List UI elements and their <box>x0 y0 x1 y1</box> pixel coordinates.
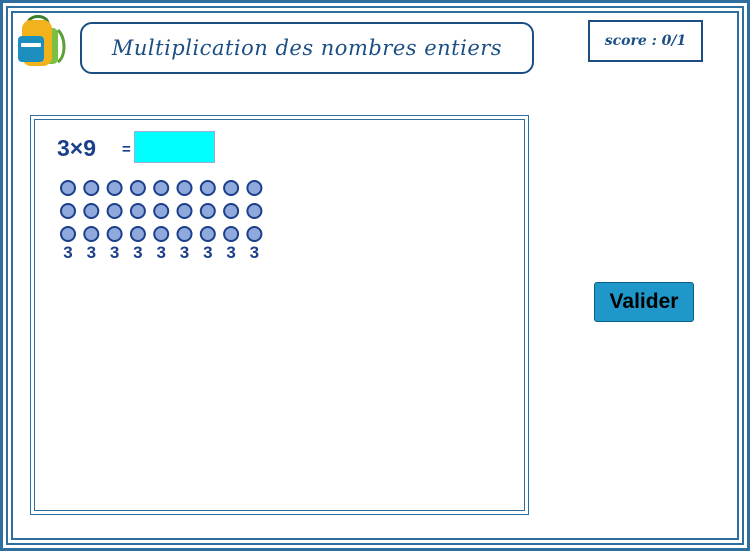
score-box: score : 0/1 <box>588 20 703 62</box>
equals-sign: = <box>122 141 131 158</box>
score-label: score : 0/1 <box>604 33 687 49</box>
answer-input[interactable] <box>134 131 215 163</box>
validate-button[interactable]: Valider <box>594 282 694 322</box>
title-banner: Multiplication des nombres entiers <box>80 22 534 74</box>
page-title: Multiplication des nombres entiers <box>111 36 503 60</box>
backpack-icon <box>18 15 66 66</box>
work-area-inner-border <box>34 119 525 511</box>
multiplication-expression: 3×9 <box>57 135 97 161</box>
